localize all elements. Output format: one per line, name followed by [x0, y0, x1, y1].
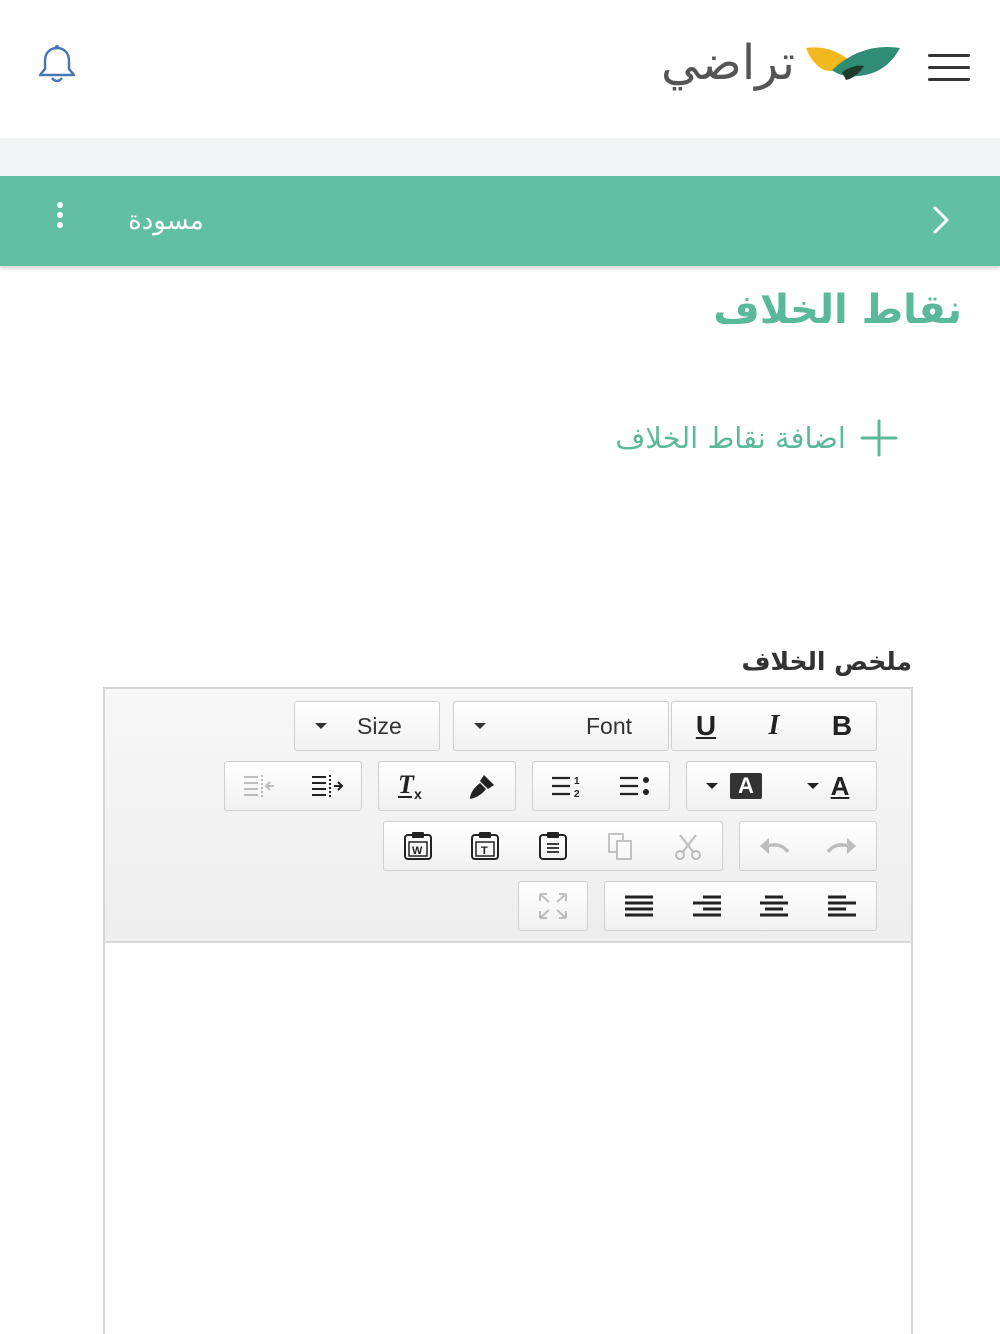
italic-button[interactable]: I	[740, 702, 808, 750]
brand-logo-icon	[802, 40, 902, 90]
page-title: نقاط الخلاف	[713, 287, 962, 333]
add-dispute-point-link[interactable]: اضافة نقاط الخلاف	[480, 412, 900, 464]
bulleted-list-icon	[620, 776, 649, 796]
indent-group	[224, 761, 362, 811]
font-size-select[interactable]: Size	[294, 701, 440, 751]
paste-text-icon: T	[471, 832, 500, 860]
dropdown-arrow-icon	[474, 723, 486, 729]
editor-content-area[interactable]	[105, 945, 911, 1334]
bell-icon[interactable]	[34, 42, 80, 86]
svg-text:T: T	[398, 771, 415, 799]
align-right-icon	[692, 895, 721, 917]
copy-button[interactable]	[587, 822, 655, 870]
plus-icon	[858, 417, 900, 459]
app-header: تراضي	[0, 0, 1000, 138]
text-color-button[interactable]: A	[781, 762, 875, 810]
svg-text:W: W	[412, 845, 423, 857]
svg-text:1: 1	[574, 776, 580, 787]
list-group: 1 2	[532, 761, 670, 811]
redo-button[interactable]	[808, 822, 876, 870]
text-color-icon: A	[830, 770, 850, 801]
bold-icon: B	[831, 710, 853, 741]
paste-word-icon: W	[403, 832, 432, 860]
kebab-icon[interactable]	[48, 198, 72, 244]
svg-text:x: x	[414, 786, 422, 801]
paintbrush-icon	[470, 775, 494, 799]
font-size-select-label: Size	[357, 713, 402, 739]
status-bar: مسودة	[0, 176, 1000, 266]
paste-as-text-button[interactable]: T	[452, 822, 520, 870]
align-justify-icon	[624, 895, 653, 917]
history-group	[739, 821, 877, 871]
svg-text:2: 2	[574, 789, 580, 799]
summary-label: ملخص الخلاف	[741, 647, 912, 676]
clipboard-group: W T	[383, 821, 723, 871]
scissors-icon	[675, 834, 702, 860]
brand: تراضي	[600, 30, 910, 96]
remove-format-button[interactable]: T x	[379, 762, 447, 810]
decrease-indent-button[interactable]	[225, 762, 293, 810]
cut-button[interactable]	[654, 822, 722, 870]
status-label: مسودة	[128, 206, 204, 236]
dropdown-arrow-icon	[806, 783, 819, 789]
text-style-group: U I B	[671, 701, 877, 751]
bold-button[interactable]: B	[808, 702, 876, 750]
background-color-icon: A	[730, 773, 762, 799]
numbered-list-icon: 1 2	[552, 776, 580, 799]
header-divider	[0, 138, 1000, 176]
hamburger-icon[interactable]	[928, 54, 970, 88]
paste-icon	[538, 832, 567, 860]
redo-icon	[826, 838, 856, 854]
clear-format-icon: T x	[398, 771, 422, 801]
outdent-icon	[244, 775, 274, 797]
bulleted-list-button[interactable]	[601, 762, 669, 810]
underline-icon: U	[695, 710, 717, 741]
add-dispute-point-label: اضافة نقاط الخلاف	[615, 421, 846, 455]
align-center-icon	[760, 895, 789, 917]
align-left-icon	[828, 895, 857, 917]
maximize-icon	[539, 893, 567, 919]
align-center-button[interactable]	[741, 882, 809, 930]
chevron-right-icon[interactable]	[922, 200, 958, 240]
fullscreen-button[interactable]	[519, 882, 587, 930]
dropdown-arrow-icon	[706, 783, 718, 789]
copy-icon	[607, 833, 632, 860]
paste-from-word-button[interactable]: W	[384, 822, 452, 870]
format-painter-button[interactable]	[447, 762, 515, 810]
dropdown-arrow-icon	[315, 723, 327, 729]
align-left-button[interactable]	[808, 882, 876, 930]
undo-button[interactable]	[740, 822, 808, 870]
increase-indent-button[interactable]	[293, 762, 361, 810]
italic-icon: I	[768, 710, 780, 741]
font-family-select[interactable]: Font	[453, 701, 669, 751]
format-group: T x	[378, 761, 516, 811]
underline-button[interactable]: U	[672, 702, 740, 750]
paste-button[interactable]	[519, 822, 587, 870]
undo-icon	[760, 838, 790, 854]
font-family-select-label: Font	[586, 713, 633, 739]
align-right-button[interactable]	[673, 882, 741, 930]
background-color-button[interactable]: A	[687, 762, 781, 810]
indent-icon	[312, 775, 344, 797]
editor-toolbar: Size Font U I B T x 1 2 A A W T	[105, 689, 911, 943]
view-group	[518, 881, 588, 931]
svg-text:T: T	[481, 845, 488, 857]
color-group: A A	[686, 761, 877, 811]
alignment-group	[604, 881, 877, 931]
justify-button[interactable]	[605, 882, 673, 930]
numbered-list-button[interactable]: 1 2	[533, 762, 601, 810]
rich-text-editor: Size Font U I B T x 1 2 A A W T	[103, 687, 913, 1334]
brand-name: تراضي	[661, 35, 795, 91]
